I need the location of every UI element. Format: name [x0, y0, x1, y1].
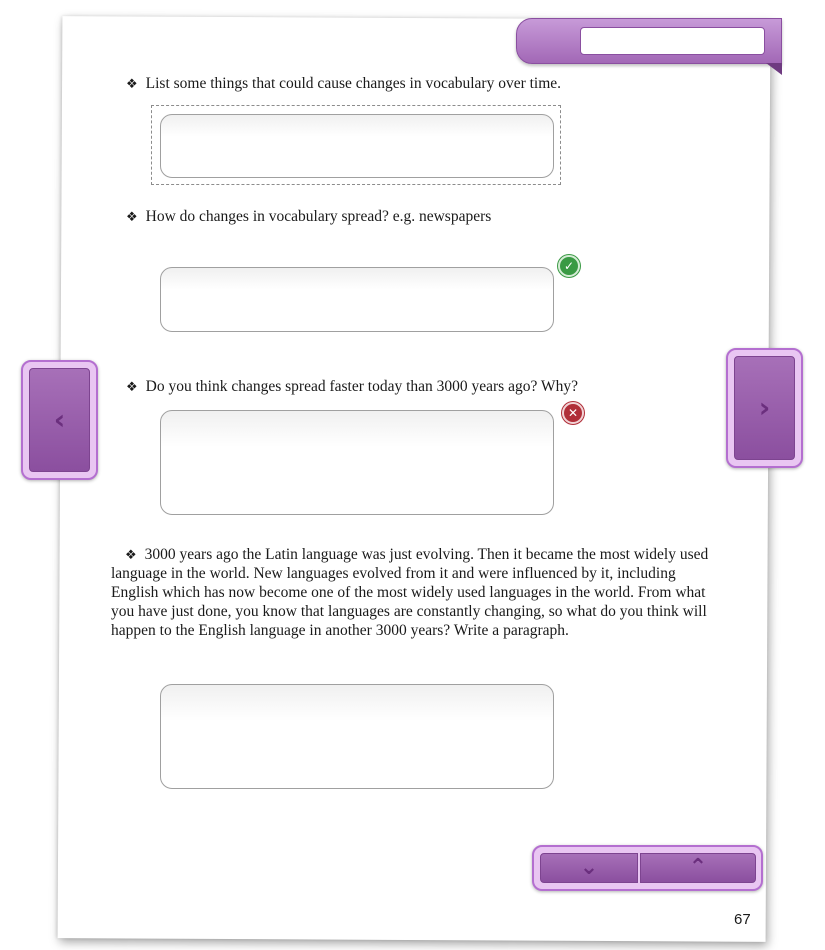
bullet-icon: ❖ — [126, 209, 138, 224]
question-1: ❖ List some things that could cause chang… — [126, 74, 561, 93]
bullet-icon: ❖ — [125, 547, 137, 562]
check-circle-icon: ✓ — [558, 255, 580, 277]
scroll-down-button[interactable]: ⌄ — [540, 853, 638, 883]
answer-1-field[interactable] — [160, 114, 554, 178]
paragraph-task-text: 3000 years ago the Latin language was ju… — [111, 546, 709, 639]
next-page-face: › — [734, 356, 795, 460]
paragraph-answer-field[interactable] — [160, 684, 554, 789]
x-circle-icon: ✕ — [562, 402, 584, 424]
header-tab — [516, 18, 782, 75]
answer-2-field[interactable] — [160, 267, 554, 332]
question-3-text: Do you think changes spread faster today… — [145, 378, 578, 395]
chevron-down-icon: ⌄ — [579, 855, 599, 880]
bullet-icon: ❖ — [126, 76, 138, 91]
question-2: ❖ How do changes in vocabulary spread? e.… — [126, 207, 491, 226]
paragraph-task: ❖ 3000 years ago the Latin language was j… — [111, 545, 726, 640]
header-input[interactable] — [580, 27, 765, 55]
question-2-text: How do changes in vocabulary spread? e.g… — [145, 208, 492, 225]
tab-fold — [766, 63, 782, 75]
scroll-up-button[interactable]: ⌃ — [640, 853, 756, 883]
bullet-icon: ❖ — [126, 379, 138, 394]
chevron-right-icon: › — [758, 391, 771, 424]
next-page-button[interactable]: › — [726, 348, 803, 468]
chevron-left-icon: ‹ — [53, 403, 66, 436]
scroll-controls: ⌄ ⌃ — [532, 845, 763, 891]
prev-page-button[interactable]: ‹ — [21, 360, 98, 480]
prev-page-face: ‹ — [29, 368, 90, 472]
chevron-up-icon: ⌃ — [688, 855, 708, 880]
question-3: ❖ Do you think changes spread faster toda… — [126, 377, 578, 396]
question-1-text: List some things that could cause change… — [145, 75, 562, 92]
page-number: 67 — [734, 911, 751, 928]
answer-3-field[interactable] — [160, 410, 554, 515]
